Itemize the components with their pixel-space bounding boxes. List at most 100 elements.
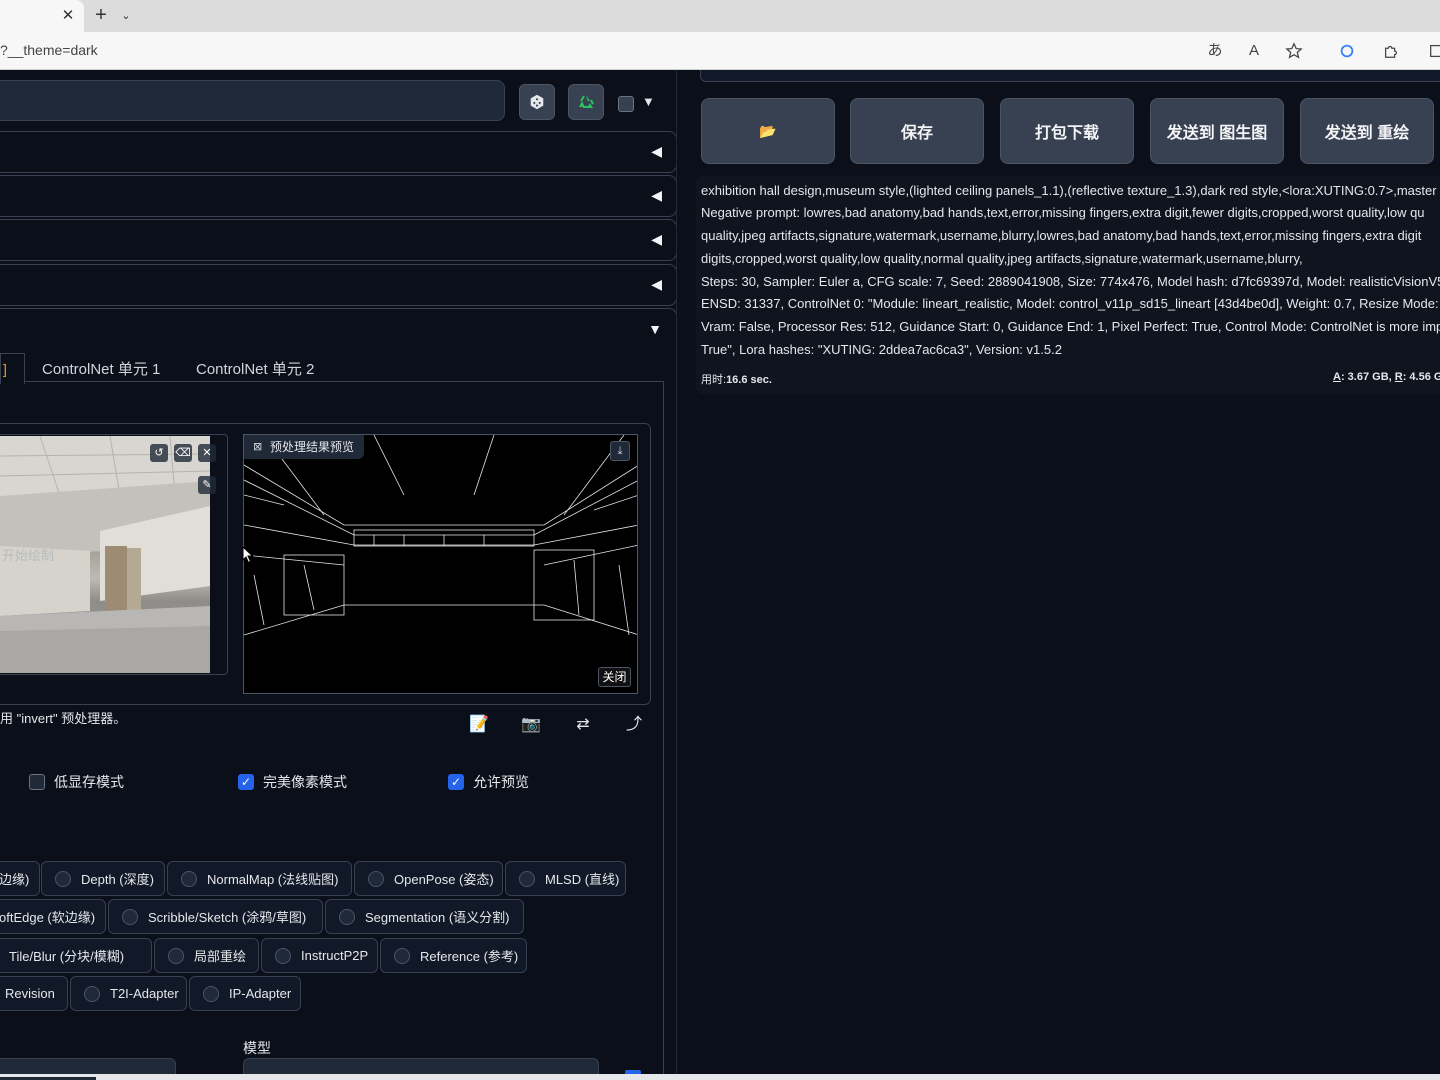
new-canvas-icon[interactable]: 📝 [468, 714, 490, 736]
close-tab-icon[interactable]: ✕ [58, 6, 78, 26]
radio-label: Scribble/Sketch (涂鸦/草图) [148, 910, 307, 925]
button-label: 打包下载 [1034, 125, 1099, 142]
favorite-star-icon[interactable] [1283, 40, 1305, 62]
radio-label: Revision [5, 986, 55, 1001]
send-dimensions-icon[interactable]: ⤴ [623, 714, 645, 736]
open-folder-button[interactable]: 📂 [701, 98, 835, 164]
radio-dot[interactable] [394, 947, 410, 964]
control-type-instructp2p[interactable]: InstructP2P [261, 938, 378, 973]
checkbox-box[interactable]: ✓ [238, 774, 254, 790]
collapse-arrow-icon: ◀ [651, 276, 662, 292]
collapse-arrow-icon: ◀ [651, 231, 662, 247]
control-type-revision[interactable]: Revision [0, 976, 68, 1011]
tab-controlnet-unit-1[interactable]: ControlNet 单元 1 [42, 358, 160, 379]
allow-preview-checkbox[interactable]: ✓ 允许预览 [448, 772, 529, 792]
control-type-canny[interactable]: 边缘) [0, 861, 40, 896]
radio-dot[interactable] [55, 870, 71, 887]
radio-dot[interactable] [368, 870, 384, 887]
radio-label: NormalMap (法线贴图) [207, 872, 339, 887]
control-type-tile[interactable]: Tile/Blur (分块/模糊) [0, 938, 152, 973]
accordion-4[interactable]: ◀ [0, 264, 677, 306]
accordion-2[interactable]: ◀ [0, 175, 677, 217]
radio-label: oftEdge (软边缘) [0, 910, 96, 925]
camera-icon[interactable]: 📷 [520, 714, 542, 736]
info-line: Steps: 30, Sampler: Euler a, CFG scale: … [701, 274, 1440, 289]
reuse-seed-button[interactable] [568, 84, 604, 120]
accordion-1[interactable]: ◀ [0, 131, 677, 173]
close-preview-button[interactable]: 关闭 [598, 667, 631, 687]
control-type-segmentation[interactable]: Segmentation (语义分割) [325, 899, 524, 934]
new-tab-icon[interactable]: + [90, 4, 112, 28]
time-value: 16.6 sec. [726, 374, 772, 386]
source-draw-hint: 开始绘制 [2, 548, 55, 563]
radio-label: T2I-Adapter [110, 986, 179, 1001]
vram-r-label: R [1394, 371, 1403, 383]
control-type-inpaint[interactable]: 局部重绘 [154, 938, 259, 973]
url-text[interactable]: ?__theme=dark [0, 42, 98, 58]
expand-arrow-icon[interactable]: ▼ [648, 321, 662, 337]
send-to-inpaint-button[interactable]: 发送到 重绘 [1300, 98, 1434, 164]
control-type-t2i-adapter[interactable]: T2I-Adapter [70, 976, 187, 1011]
prompt-input[interactable] [0, 80, 505, 121]
extra-checkbox[interactable] [618, 96, 634, 112]
tab-list-dropdown-icon[interactable]: ⌄ [118, 6, 134, 26]
radio-dot[interactable] [122, 908, 138, 925]
radio-dot[interactable] [339, 908, 355, 925]
radio-dot[interactable] [519, 870, 535, 887]
button-label: 保存 [900, 125, 933, 142]
extensions-icon[interactable] [1380, 40, 1402, 62]
copilot-icon[interactable] [1336, 40, 1358, 62]
zip-download-button[interactable]: 打包下载 [1000, 98, 1134, 164]
vram-r-value: : 4.56 GB [1402, 371, 1440, 383]
send-to-img2img-button[interactable]: 发送到 图生图 [1150, 98, 1284, 164]
undo-icon[interactable]: ↺ [150, 444, 168, 462]
eraser-icon[interactable]: ⌫ [174, 444, 192, 462]
radio-label: OpenPose (姿态) [394, 872, 494, 887]
gallery-bottom-edge [700, 70, 1440, 82]
radio-dot[interactable] [203, 985, 219, 1002]
control-type-ip-adapter[interactable]: IP-Adapter [189, 976, 301, 1011]
pixel-perfect-checkbox[interactable]: ✓ 完美像素模式 [238, 772, 347, 792]
accordion-3[interactable]: ◀ [0, 219, 677, 261]
browser-tab-bar: ✕ + ⌄ [0, 0, 1440, 32]
checkbox-box[interactable]: ✓ [448, 774, 464, 790]
read-aloud-icon[interactable]: A [1243, 40, 1265, 62]
control-type-softedge[interactable]: oftEdge (软边缘) [0, 899, 106, 934]
info-line: Negative prompt: lowres,bad anatomy,bad … [701, 205, 1425, 220]
preprocessor-preview-image [243, 434, 638, 694]
control-type-mlsd[interactable]: MLSD (直线) [505, 861, 626, 896]
brush-icon[interactable]: ✎ [198, 476, 216, 494]
folder-icon: 📂 [759, 122, 777, 139]
clear-image-icon[interactable]: ✕ [198, 444, 216, 462]
vram-usage: A: 3.67 GB, R: 4.56 GB [1333, 371, 1440, 383]
radio-dot[interactable] [84, 985, 100, 1002]
time-label: 用时: [701, 374, 727, 386]
vram-a-value: : 3.67 GB, [1340, 371, 1395, 383]
info-line: exhibition hall design,museum style,(lig… [701, 183, 1437, 198]
radio-dot[interactable] [275, 947, 291, 964]
swap-icon[interactable]: ⇄ [572, 714, 594, 736]
extra-dropdown-icon[interactable]: ▼ [642, 94, 655, 109]
window-bottom-edge [0, 1074, 1440, 1080]
control-type-openpose[interactable]: OpenPose (姿态) [354, 861, 503, 896]
radio-dot[interactable] [168, 947, 184, 964]
translate-icon[interactable]: あ [1204, 40, 1226, 62]
radio-label: Depth (深度) [81, 872, 154, 887]
sidebar-toggle-icon[interactable] [1426, 40, 1440, 62]
tab-controlnet-unit-0[interactable]: ] [0, 353, 25, 384]
column-divider [676, 70, 677, 1080]
download-icon[interactable]: ⤓ [610, 441, 630, 461]
random-seed-button[interactable] [519, 84, 555, 120]
tab-controlnet-unit-2[interactable]: ControlNet 单元 2 [196, 358, 314, 379]
low-vram-checkbox[interactable]: 低显存模式 [29, 772, 124, 792]
info-line: quality,jpeg artifacts,signature,waterma… [701, 228, 1422, 243]
control-type-normalmap[interactable]: NormalMap (法线贴图) [167, 861, 352, 896]
radio-dot[interactable] [181, 870, 197, 887]
control-type-depth[interactable]: Depth (深度) [41, 861, 165, 896]
checkbox-box[interactable] [29, 774, 45, 790]
control-type-reference[interactable]: Reference (参考) [380, 938, 527, 973]
save-button[interactable]: 保存 [850, 98, 984, 164]
recycle-icon [579, 95, 594, 108]
browser-tab[interactable]: ✕ [0, 0, 84, 32]
control-type-scribble[interactable]: Scribble/Sketch (涂鸦/草图) [108, 899, 323, 934]
